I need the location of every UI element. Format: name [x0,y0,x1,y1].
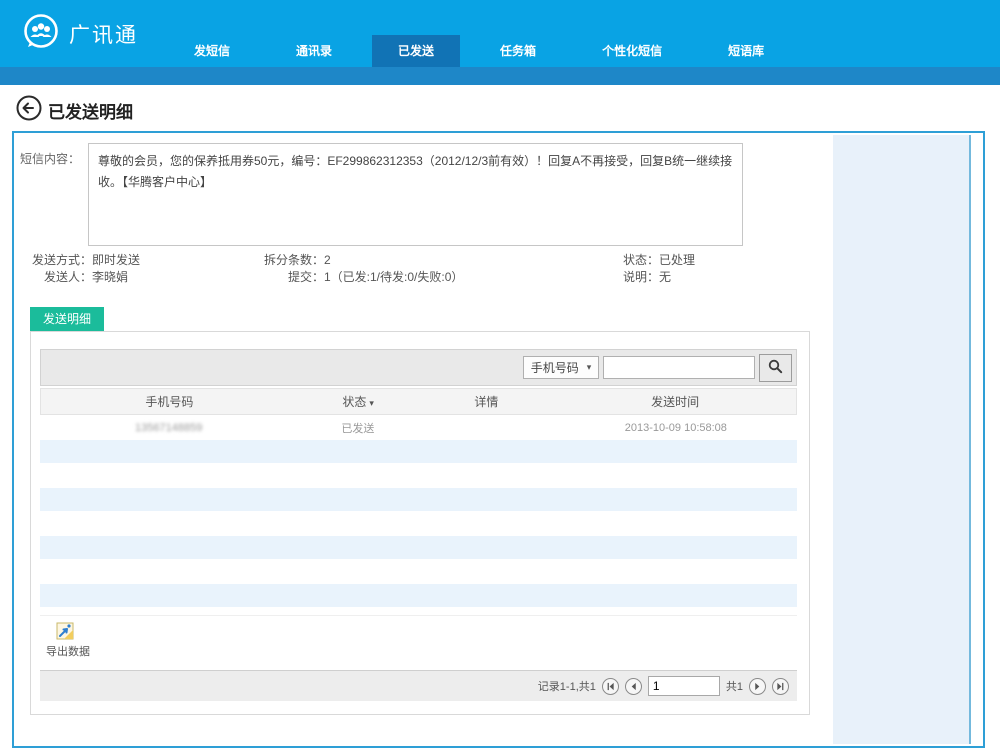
nav-item-send-sms[interactable]: 发短信 [168,35,256,67]
col-header-status[interactable]: 状态▾ [298,393,419,410]
export-data-label: 导出数据 [46,643,106,659]
logo-text: 广讯通 [69,19,138,49]
status-label: 状态： [574,252,659,269]
pagination-bar: 记录1-1,共1 共1 [40,670,797,701]
send-method-value: 即时发送 [92,252,140,269]
nav-item-contacts[interactable]: 通讯录 [270,35,358,67]
col-header-send-time: 发送时间 [554,393,796,410]
export-data-button[interactable]: 导出数据 [46,622,106,659]
table-toolbar: 手机号码 ▾ [40,349,797,386]
app-logo: 广讯通 [22,13,138,54]
submit-label: 提交： [194,269,324,286]
nav-item-task-box[interactable]: 任务箱 [474,35,562,67]
first-page-button[interactable] [602,678,619,695]
search-field-value: 手机号码 [531,359,579,376]
sender-label: 发送人： [14,269,92,286]
previous-page-button[interactable] [625,678,642,695]
cell-send-time: 2013-10-09 10:58:08 [555,422,797,434]
logo-icon [22,13,60,54]
status-value: 已处理 [659,252,695,269]
table-header-row: 手机号码 状态▾ 详情 发送时间 [40,388,797,415]
result-table: 手机号码 ▾ 手机号码 状态▾ 详情 发送时间 [40,349,797,701]
nav-item-personalized-sms[interactable]: 个性化短信 [576,35,688,67]
note-label: 说明： [574,269,659,286]
total-pages-text: 共1 [726,678,743,694]
cell-phone-number: 13567148859 [40,422,297,434]
sender-value: 李晓娟 [92,269,128,286]
col-header-phone[interactable]: 手机号码 [41,393,298,410]
nav-item-sent[interactable]: 已发送 [372,35,460,67]
export-excel-icon [56,622,74,640]
sort-caret-icon: ▾ [369,398,374,408]
top-navigation-bar: 广讯通 发短信 通讯录 已发送 任务箱 个性化短信 短语库 [0,0,1000,67]
tab-send-detail[interactable]: 发送明细 [30,307,104,331]
col-header-detail: 详情 [418,393,554,410]
page-title: 已发送明细 [48,98,133,123]
export-row: 导出数据 [40,615,797,670]
back-button[interactable] [16,95,42,121]
record-count-text: 记录1-1,共1 [538,678,596,694]
sms-content-box: 尊敬的会员，您的保养抵用券50元，编号：EF299862312353（2012/… [88,143,743,246]
secondary-bar [0,67,1000,85]
nav-item-phrase-library[interactable]: 短语库 [702,35,790,67]
submit-value: 1（已发:1/待发:0/失败:0） [324,269,463,286]
right-side-column [833,135,971,744]
note-value: 无 [659,269,671,286]
split-count-label: 拆分条数： [194,252,324,269]
search-input[interactable] [603,356,755,379]
send-detail-tabpanel: 手机号码 ▾ 手机号码 状态▾ 详情 发送时间 [30,331,810,715]
last-page-button[interactable] [772,678,789,695]
page-title-strip: 已发送明细 [0,85,1000,131]
chevron-down-icon: ▾ [587,362,592,373]
search-field-select[interactable]: 手机号码 ▾ [523,356,599,379]
sms-content-label: 短信内容： [20,150,80,167]
send-method-label: 发送方式： [14,252,92,269]
cell-status: 已发送 [297,420,418,436]
table-row[interactable]: 13567148859 已发送 2013-10-09 10:58:08 [40,415,797,440]
search-button[interactable] [759,354,792,382]
search-icon [768,359,783,377]
empty-rows-area [40,440,797,615]
page-number-input[interactable] [648,676,720,696]
main-nav: 发短信 通讯录 已发送 任务箱 个性化短信 短语库 [168,35,804,67]
sent-detail-panel: 短信内容： 尊敬的会员，您的保养抵用券50元，编号：EF299862312353… [12,131,985,748]
split-count-value: 2 [324,252,331,269]
next-page-button[interactable] [749,678,766,695]
